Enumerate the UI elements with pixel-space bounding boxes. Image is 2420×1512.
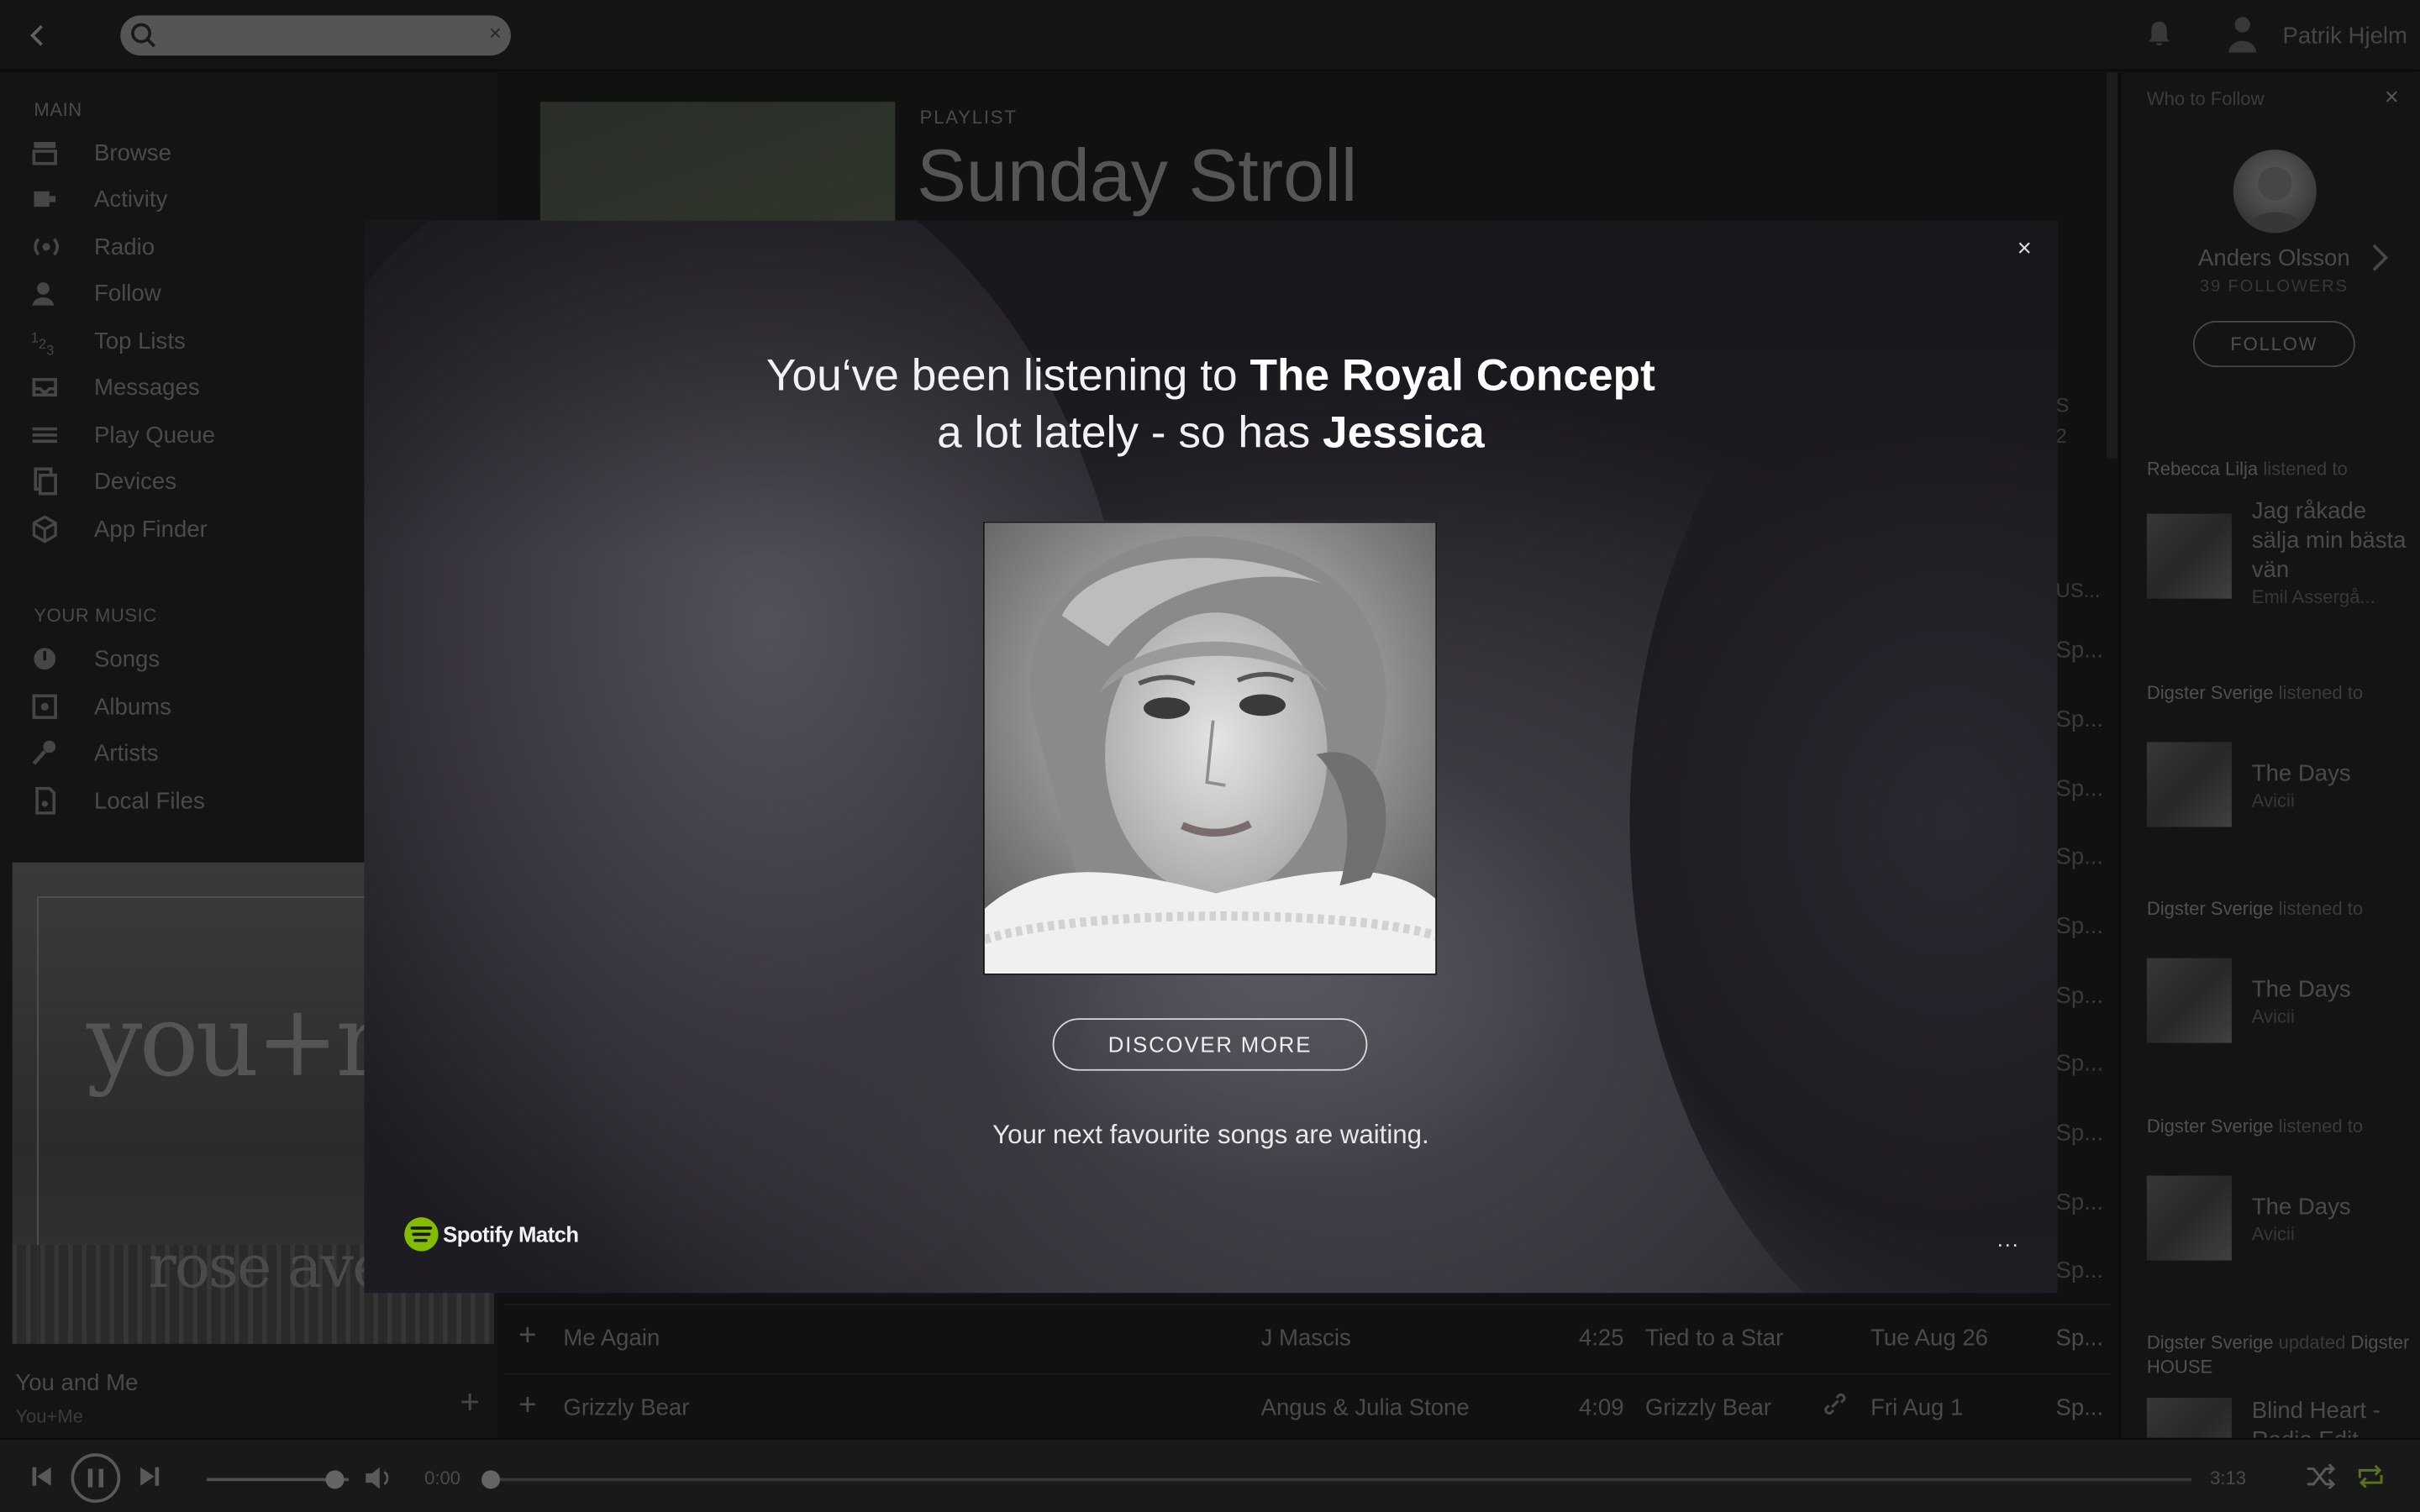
more-options-icon[interactable]: ... xyxy=(1997,1226,2020,1251)
match-headline: You‘ve been listening to The Royal Conce… xyxy=(364,349,2057,463)
spotify-match-modal: × You‘ve been listening to The Royal Con… xyxy=(364,220,2058,1294)
close-modal-button[interactable]: × xyxy=(2018,236,2032,264)
headline-suffix: a lot lately - so has xyxy=(937,408,1323,459)
spotify-logo-icon xyxy=(404,1217,439,1252)
headline-prefix: You‘ve been listening to xyxy=(765,351,1250,402)
brand-name: Spotify Match xyxy=(443,1221,579,1247)
spotify-match-brand: Spotify Match xyxy=(404,1217,579,1252)
artist-name[interactable]: The Royal Concept xyxy=(1249,352,1655,402)
tagline: Your next favourite songs are waiting. xyxy=(992,1120,1429,1150)
discover-more-button[interactable]: DISCOVER MORE xyxy=(1052,1018,1368,1071)
friend-name[interactable]: Jessica xyxy=(1323,409,1485,459)
friend-portrait-image xyxy=(982,521,1437,975)
